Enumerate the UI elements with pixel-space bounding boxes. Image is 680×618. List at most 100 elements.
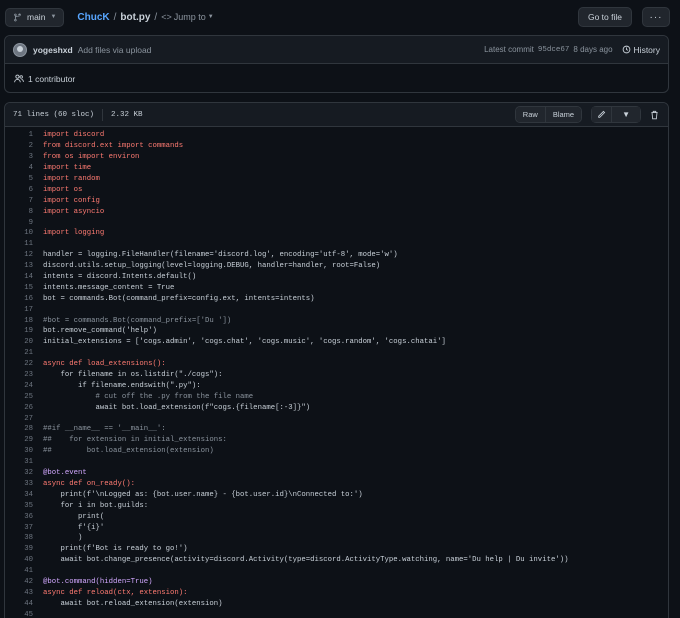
line-content: bot = commands.Bot(command_prefix=config… bbox=[43, 294, 315, 303]
line-content: async def reload(ctx, extension): bbox=[43, 588, 188, 597]
line-number[interactable]: 43 bbox=[5, 589, 33, 597]
line-number[interactable]: 42 bbox=[5, 578, 33, 586]
line-content: await bot.reload_extension(extension) bbox=[43, 599, 223, 608]
line-number[interactable]: 8 bbox=[5, 208, 33, 216]
line-number[interactable]: 7 bbox=[5, 197, 33, 205]
line-number[interactable]: 22 bbox=[5, 360, 33, 368]
code-line: 35 for i in bot.guilds: bbox=[5, 500, 668, 511]
line-number[interactable]: 32 bbox=[5, 469, 33, 477]
line-content: print(f'\nLogged as: {bot.user.name} - {… bbox=[43, 490, 363, 499]
line-content: import os bbox=[43, 185, 83, 194]
jump-to-button[interactable]: <> Jump to ▼ bbox=[161, 12, 213, 22]
line-number[interactable]: 18 bbox=[5, 317, 33, 325]
line-number[interactable]: 5 bbox=[5, 175, 33, 183]
line-number[interactable]: 39 bbox=[5, 545, 33, 553]
line-number[interactable]: 31 bbox=[5, 458, 33, 466]
line-number[interactable]: 21 bbox=[5, 349, 33, 357]
line-number[interactable]: 17 bbox=[5, 306, 33, 314]
line-number[interactable]: 25 bbox=[5, 393, 33, 401]
code-line: 6 import os bbox=[5, 184, 668, 195]
breadcrumb-repo-link[interactable]: ChucK bbox=[77, 12, 109, 23]
code-line: 21 bbox=[5, 348, 668, 359]
code-line: 17 bbox=[5, 304, 668, 315]
code-line: 26 await bot.load_extension(f"cogs.{file… bbox=[5, 402, 668, 413]
line-number[interactable]: 35 bbox=[5, 502, 33, 510]
line-number[interactable]: 33 bbox=[5, 480, 33, 488]
line-number[interactable]: 28 bbox=[5, 425, 33, 433]
line-number[interactable]: 13 bbox=[5, 262, 33, 270]
line-number[interactable]: 3 bbox=[5, 153, 33, 161]
line-number[interactable]: 29 bbox=[5, 436, 33, 444]
line-number[interactable]: 41 bbox=[5, 567, 33, 575]
contributors-row[interactable]: 1 contributor bbox=[5, 64, 668, 93]
line-content: discord.utils.setup_logging(level=loggin… bbox=[43, 262, 381, 271]
line-number[interactable]: 14 bbox=[5, 273, 33, 281]
line-number[interactable]: 26 bbox=[5, 404, 33, 412]
history-label: History bbox=[633, 44, 660, 55]
line-content: intents.message_content = True bbox=[43, 283, 175, 292]
line-number[interactable]: 10 bbox=[5, 229, 33, 237]
code-body[interactable]: 1 import discord 2 from discord.ext import … bbox=[5, 127, 668, 618]
line-content: import time bbox=[43, 164, 92, 173]
line-number[interactable]: 24 bbox=[5, 382, 33, 390]
line-content: initial_extensions = ['cogs.admin', 'cog… bbox=[43, 338, 446, 347]
code-line: 1 import discord bbox=[5, 130, 668, 141]
line-number[interactable]: 19 bbox=[5, 327, 33, 335]
line-number[interactable]: 30 bbox=[5, 447, 33, 455]
line-number[interactable]: 16 bbox=[5, 295, 33, 303]
delete-button[interactable] bbox=[648, 109, 660, 121]
line-number[interactable]: 40 bbox=[5, 556, 33, 564]
line-content: async def on_ready(): bbox=[43, 479, 135, 488]
code-line: 19 bot.remove_command('help') bbox=[5, 326, 668, 337]
line-number[interactable]: 36 bbox=[5, 513, 33, 521]
code-line: 3 from os import environ bbox=[5, 152, 668, 163]
line-content: @bot.command(hidden=True) bbox=[43, 577, 153, 586]
line-number[interactable]: 1 bbox=[5, 131, 33, 139]
line-number[interactable]: 37 bbox=[5, 524, 33, 532]
more-options-button[interactable]: ··· bbox=[642, 7, 670, 27]
line-content: import discord bbox=[43, 131, 105, 140]
line-content: import config bbox=[43, 196, 100, 205]
code-line: 15 intents.message_content = True bbox=[5, 282, 668, 293]
commit-author[interactable]: yogeshxd bbox=[33, 45, 73, 55]
commit-sha[interactable]: 95dce67 bbox=[538, 46, 570, 54]
file-size: 2.32 KB bbox=[111, 110, 143, 119]
commit-message[interactable]: Add files via upload bbox=[78, 45, 152, 55]
code-line: 40 await bot.change_presence(activity=di… bbox=[5, 555, 668, 566]
line-number[interactable]: 2 bbox=[5, 142, 33, 150]
file-viewer: 71 lines (60 sloc) 2.32 KB Raw Blame ▼ 1… bbox=[4, 102, 669, 618]
line-number[interactable]: 27 bbox=[5, 415, 33, 423]
code-line: 18 #bot = commands.Bot(command_prefix=['D… bbox=[5, 315, 668, 326]
chevron-down-icon: ▼ bbox=[207, 14, 214, 20]
line-number[interactable]: 23 bbox=[5, 371, 33, 379]
code-line: 34 print(f'\nLogged as: {bot.user.name} … bbox=[5, 489, 668, 500]
line-number[interactable]: 4 bbox=[5, 164, 33, 172]
line-number[interactable]: 38 bbox=[5, 534, 33, 542]
blame-button[interactable]: Blame bbox=[544, 107, 582, 122]
line-number[interactable]: 45 bbox=[5, 611, 33, 618]
line-number[interactable]: 15 bbox=[5, 284, 33, 292]
line-number[interactable]: 6 bbox=[5, 186, 33, 194]
raw-button[interactable]: Raw bbox=[515, 107, 545, 122]
branch-selector[interactable]: main ▼ bbox=[5, 7, 65, 27]
line-number[interactable]: 12 bbox=[5, 251, 33, 259]
line-number[interactable]: 9 bbox=[5, 219, 33, 227]
line-content: await bot.change_presence(activity=disco… bbox=[43, 556, 569, 565]
go-to-file-button[interactable]: Go to file bbox=[577, 7, 632, 27]
line-number[interactable]: 20 bbox=[5, 338, 33, 346]
line-content: ) bbox=[43, 534, 83, 543]
branch-icon bbox=[14, 13, 21, 21]
line-number[interactable]: 34 bbox=[5, 491, 33, 499]
chevron-down-icon: ▼ bbox=[617, 110, 635, 119]
edit-button[interactable] bbox=[592, 107, 612, 122]
avatar[interactable] bbox=[13, 42, 27, 57]
edit-dropdown[interactable]: ▼ bbox=[611, 107, 640, 122]
line-number[interactable]: 44 bbox=[5, 600, 33, 608]
code-line: 25 # cut off the .py from the file name bbox=[5, 391, 668, 402]
code-line: 30 ## bot.load_extension(extension) bbox=[5, 446, 668, 457]
view-button-group: Raw Blame bbox=[514, 106, 583, 123]
code-line: 39 print(f'Bot is ready to go!') bbox=[5, 544, 668, 555]
history-button[interactable]: History bbox=[622, 45, 660, 55]
code-line: 8 import asyncio bbox=[5, 206, 668, 217]
line-number[interactable]: 11 bbox=[5, 240, 33, 248]
